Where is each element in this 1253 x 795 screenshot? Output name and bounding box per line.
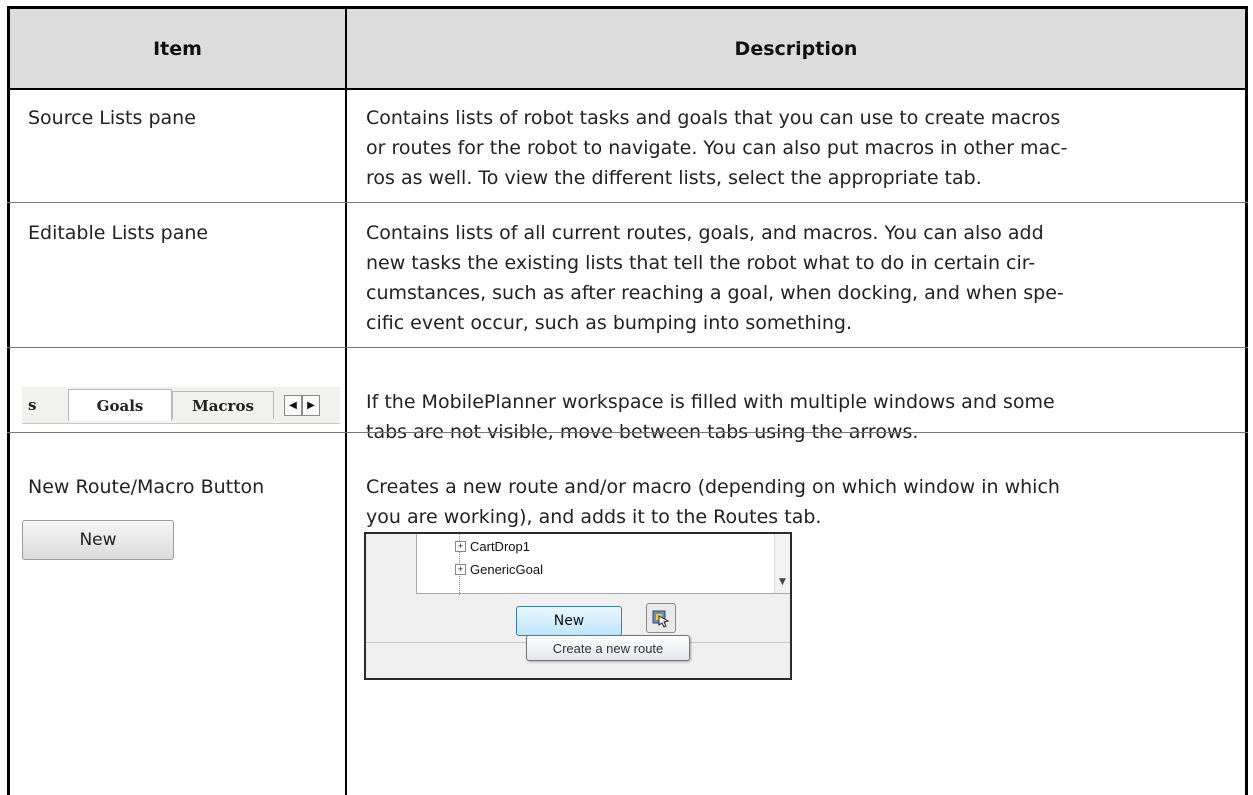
description-line: ros as well. To view the different lists… [366, 167, 982, 189]
tab-scroll-right-icon: ▶ [302, 395, 320, 416]
new-route-screenshot: + CartDrop1 + GenericGoal ▼ New Create a… [364, 532, 792, 680]
route-tool-icon [646, 603, 676, 633]
column-divider [345, 6, 347, 795]
tab-goals: Goals [68, 389, 172, 421]
tab-strip-image: s Goals Macros ◀ ▶ [22, 387, 340, 424]
row-3-description: If the MobilePlanner workspace is filled… [366, 387, 1232, 447]
tree-view: + CartDrop1 + GenericGoal ▼ [416, 534, 790, 595]
tab-partial: s [22, 391, 74, 418]
row-divider [7, 432, 1248, 433]
expand-icon: + [455, 564, 466, 575]
row-4-description: Creates a new route and/or macro (depend… [366, 472, 1232, 532]
tab-macros: Macros [172, 391, 274, 419]
description-line: Contains lists of robot tasks and goals … [366, 107, 1061, 129]
tooltip: Create a new route [526, 635, 690, 661]
row-1-item: Source Lists pane [28, 107, 196, 129]
column-header-description: Description [734, 37, 858, 60]
description-line: or routes for the robot to navigate. You… [366, 137, 1068, 159]
row-4-item: New Route/Macro Button [28, 476, 265, 498]
description-line: Creates a new route and/or macro (depend… [366, 476, 1060, 498]
scroll-down-icon: ▼ [779, 577, 786, 587]
tree-item-label: CartDrop1 [470, 539, 530, 554]
table-border-top [7, 6, 1248, 9]
description-line: Contains lists of all current routes, go… [366, 222, 1044, 244]
expand-icon: + [455, 541, 466, 552]
tree-item-label: GenericGoal [470, 562, 543, 577]
tree-item: + CartDrop1 [455, 539, 530, 554]
column-header-item: Item [153, 37, 202, 60]
shot-new-button: New [516, 606, 622, 636]
description-line: cumstances, such as after reaching a goa… [366, 282, 1064, 304]
table-border-left [7, 6, 10, 795]
new-button-image: New [22, 520, 174, 560]
description-line: If the MobilePlanner workspace is filled… [366, 391, 1055, 413]
tree-scrollbar: ▼ [774, 534, 790, 593]
description-table: Item Description Source Lists pane Conta… [0, 6, 1253, 795]
tab-scroll-left-icon: ◀ [284, 395, 302, 416]
description-line: cific event occur, such as bumping into … [366, 312, 852, 334]
row-2-item: Editable Lists pane [28, 222, 209, 244]
row-divider [7, 347, 1248, 348]
description-line: new tasks the existing lists that tell t… [366, 252, 1036, 274]
row-divider [7, 202, 1248, 203]
row-2-description: Contains lists of all current routes, go… [366, 218, 1232, 338]
tree-item: + GenericGoal [455, 562, 543, 577]
description-line: you are working), and adds it to the Rou… [366, 506, 822, 528]
row-1-description: Contains lists of robot tasks and goals … [366, 103, 1232, 193]
table-border-right [1245, 6, 1248, 795]
header-divider [7, 88, 1248, 90]
